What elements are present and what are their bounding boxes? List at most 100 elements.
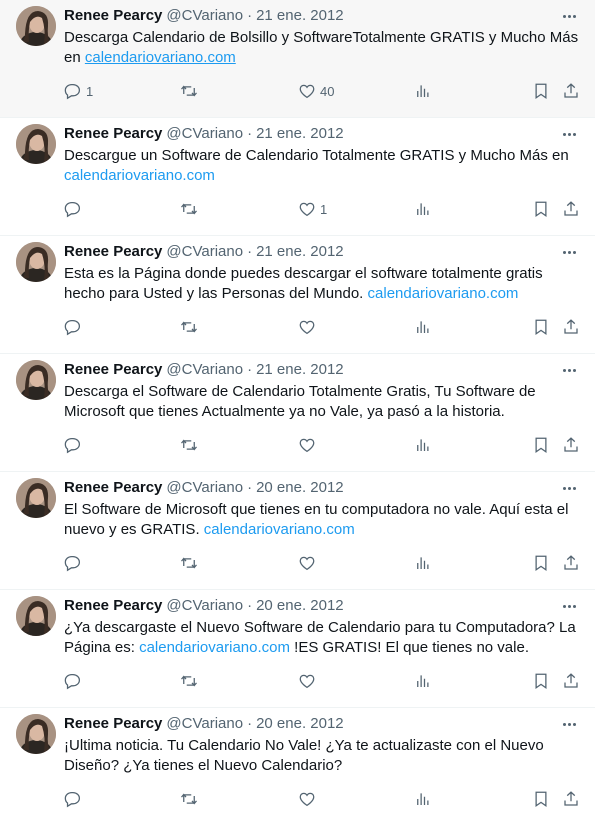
separator-dot: ·: [247, 7, 253, 24]
author-name[interactable]: Renee Pearcy: [64, 124, 162, 144]
avatar[interactable]: [16, 124, 56, 164]
views-button[interactable]: [414, 317, 432, 337]
avatar[interactable]: [16, 242, 56, 282]
views-button[interactable]: [414, 553, 432, 573]
share-button[interactable]: [562, 199, 580, 219]
views-button[interactable]: [414, 81, 432, 101]
share-button[interactable]: [562, 81, 580, 101]
share-button[interactable]: [562, 671, 580, 691]
retweet-button[interactable]: [180, 435, 202, 455]
share-button[interactable]: [562, 553, 580, 573]
bookmark-button[interactable]: [532, 199, 550, 219]
retweet-button[interactable]: [180, 81, 202, 101]
share-button[interactable]: [562, 435, 580, 455]
author-name[interactable]: Renee Pearcy: [64, 714, 162, 734]
retweet-button[interactable]: [180, 553, 202, 573]
tweet-actions: [64, 789, 579, 809]
reply-button[interactable]: [64, 553, 86, 573]
retweet-button[interactable]: [180, 199, 202, 219]
tweet[interactable]: Renee Pearcy @CVariano · 20 ene. 2012 El…: [0, 472, 595, 590]
retweet-button[interactable]: [180, 789, 202, 809]
heart-icon: [299, 674, 315, 689]
tweet-link[interactable]: calendariovariano.com: [64, 167, 215, 184]
tweet-actions: [64, 671, 579, 691]
retweet-icon: [181, 321, 197, 333]
tweet-link[interactable]: calendariovariano.com: [85, 49, 236, 66]
views-button[interactable]: [414, 435, 432, 455]
tweet-date[interactable]: 21 ene. 2012: [256, 242, 344, 262]
views-button[interactable]: [414, 199, 432, 219]
tweet[interactable]: Renee Pearcy @CVariano · 21 ene. 2012 Es…: [0, 236, 595, 354]
tweet[interactable]: Renee Pearcy @CVariano · 21 ene. 2012 De…: [0, 118, 595, 236]
author-name[interactable]: Renee Pearcy: [64, 6, 162, 26]
tweet-actions: [64, 553, 579, 573]
author-handle[interactable]: @CVariano: [166, 714, 243, 734]
more-icon[interactable]: [557, 360, 581, 380]
more-icon[interactable]: [557, 714, 581, 734]
author-name[interactable]: Renee Pearcy: [64, 596, 162, 616]
retweet-button[interactable]: [180, 317, 202, 337]
tweet-link[interactable]: calendariovariano.com: [139, 639, 290, 656]
author-name[interactable]: Renee Pearcy: [64, 242, 162, 262]
author-handle[interactable]: @CVariano: [166, 360, 243, 380]
share-button[interactable]: [562, 317, 580, 337]
tweet-date[interactable]: 20 ene. 2012: [256, 478, 344, 498]
like-button[interactable]: 1: [298, 199, 327, 219]
author-handle[interactable]: @CVariano: [166, 242, 243, 262]
tweet-date[interactable]: 21 ene. 2012: [256, 360, 344, 380]
like-button[interactable]: 40: [298, 81, 334, 101]
tweet-actions: 1 40: [64, 81, 579, 101]
reply-button[interactable]: [64, 199, 86, 219]
avatar[interactable]: [16, 360, 56, 400]
avatar[interactable]: [16, 478, 56, 518]
more-icon[interactable]: [557, 478, 581, 498]
avatar[interactable]: [16, 714, 56, 754]
views-button[interactable]: [414, 671, 432, 691]
tweet[interactable]: Renee Pearcy @CVariano · 20 ene. 2012 ¡U…: [0, 708, 595, 826]
like-button[interactable]: [298, 789, 320, 809]
avatar[interactable]: [16, 596, 56, 636]
tweet-link[interactable]: calendariovariano.com: [368, 285, 519, 302]
tweet-date[interactable]: 21 ene. 2012: [256, 124, 344, 144]
reply-button[interactable]: [64, 789, 86, 809]
author-name[interactable]: Renee Pearcy: [64, 478, 162, 498]
reply-button[interactable]: [64, 671, 86, 691]
reply-icon: [64, 83, 81, 100]
tweet-date[interactable]: 20 ene. 2012: [256, 714, 344, 734]
author-handle[interactable]: @CVariano: [166, 478, 243, 498]
avatar[interactable]: [16, 6, 56, 46]
like-button[interactable]: [298, 435, 320, 455]
author-handle[interactable]: @CVariano: [166, 6, 243, 26]
tweet[interactable]: Renee Pearcy @CVariano · 20 ene. 2012 ¿Y…: [0, 590, 595, 708]
tweet[interactable]: Renee Pearcy @CVariano · 21 ene. 2012 De…: [0, 354, 595, 472]
share-icon: [564, 673, 578, 688]
bookmark-button[interactable]: [532, 317, 550, 337]
bookmark-button[interactable]: [532, 789, 550, 809]
reply-button[interactable]: [64, 317, 86, 337]
more-icon[interactable]: [557, 242, 581, 262]
bookmark-button[interactable]: [532, 671, 550, 691]
tweet-date[interactable]: 21 ene. 2012: [256, 6, 344, 26]
bookmark-button[interactable]: [532, 81, 550, 101]
reply-button[interactable]: [64, 435, 86, 455]
author-name[interactable]: Renee Pearcy: [64, 360, 162, 380]
views-button[interactable]: [414, 789, 432, 809]
tweet-date[interactable]: 20 ene. 2012: [256, 596, 344, 616]
bookmark-button[interactable]: [532, 553, 550, 573]
reply-icon: [64, 555, 81, 572]
tweet-link[interactable]: calendariovariano.com: [204, 521, 355, 538]
tweet-text: El Software de Microsoft que tienes en t…: [64, 500, 584, 540]
share-button[interactable]: [562, 789, 580, 809]
bookmark-button[interactable]: [532, 435, 550, 455]
like-button[interactable]: [298, 553, 320, 573]
like-button[interactable]: [298, 671, 320, 691]
more-icon[interactable]: [557, 6, 581, 26]
more-icon[interactable]: [557, 124, 581, 144]
tweet[interactable]: Renee Pearcy @CVariano · 21 ene. 2012 De…: [0, 0, 595, 118]
author-handle[interactable]: @CVariano: [166, 124, 243, 144]
more-icon[interactable]: [557, 596, 581, 616]
author-handle[interactable]: @CVariano: [166, 596, 243, 616]
reply-button[interactable]: 1: [64, 81, 93, 101]
like-button[interactable]: [298, 317, 320, 337]
retweet-button[interactable]: [180, 671, 202, 691]
